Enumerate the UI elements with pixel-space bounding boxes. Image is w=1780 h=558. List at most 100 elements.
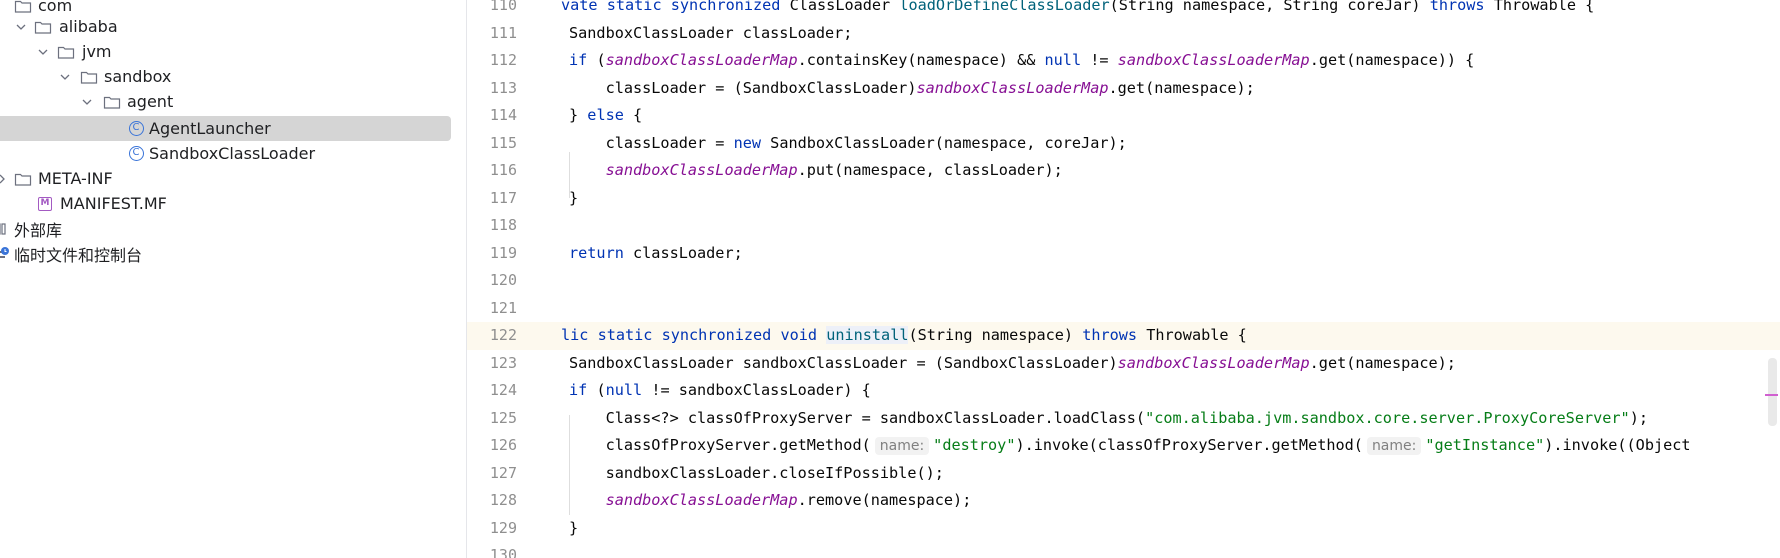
tree-item-manifest[interactable]: M MANIFEST.MF bbox=[0, 191, 451, 216]
code-text: } bbox=[569, 188, 579, 207]
folder-icon bbox=[80, 68, 98, 86]
method-uninstall-highlight: uninstall bbox=[826, 326, 909, 344]
code-line[interactable]: 119 return classLoader; bbox=[467, 240, 1780, 268]
scrollbar-marker[interactable] bbox=[1765, 394, 1778, 396]
tree-item-label: agent bbox=[127, 92, 174, 111]
code-line[interactable]: 116 sandboxClassLoaderMap.put(namespace,… bbox=[467, 157, 1780, 185]
tree-item-label: SandboxClassLoader bbox=[149, 144, 316, 163]
folder-icon bbox=[34, 18, 52, 36]
code-text: SandboxClassLoader classLoader; bbox=[569, 23, 853, 42]
chevron-down-icon[interactable] bbox=[35, 44, 51, 60]
code-text: sandboxClassLoaderMap.put(namespace, cla… bbox=[605, 161, 1063, 179]
tree-item-sandboxclassloader[interactable]: C SandboxClassLoader bbox=[0, 141, 451, 166]
tree-item-jvm[interactable]: jvm bbox=[0, 39, 451, 64]
code-line[interactable]: 118 bbox=[467, 212, 1780, 240]
line-number: 117 bbox=[489, 188, 517, 207]
line-number: 118 bbox=[489, 216, 517, 234]
code-line[interactable]: 115 classLoader = new SandboxClassLoader… bbox=[467, 130, 1780, 158]
line-number: 129 bbox=[489, 518, 517, 537]
vertical-scrollbar-thumb[interactable] bbox=[1768, 358, 1777, 426]
tree-item-label: 外部库 bbox=[14, 220, 63, 240]
code-text: classOfProxyServer.getMethod(name: "destr… bbox=[569, 436, 1691, 455]
line-number: 123 bbox=[489, 353, 517, 372]
code-line[interactable]: 123 SandboxClassLoader sandboxClassLoade… bbox=[467, 350, 1780, 378]
tree-item-label: com bbox=[38, 0, 73, 15]
tree-item-label: AgentLauncher bbox=[149, 119, 271, 138]
code-editor[interactable]: 110 vate static synchronized ClassLoader… bbox=[467, 0, 1780, 558]
tree-item-agent[interactable]: agent bbox=[0, 89, 451, 114]
code-text: vate static synchronized ClassLoader loa… bbox=[561, 0, 1595, 14]
parameter-hint: name: bbox=[1366, 437, 1422, 455]
code-line[interactable]: 112 if (sandboxClassLoaderMap.containsKe… bbox=[467, 47, 1780, 75]
tree-item-label: 临时文件和控制台 bbox=[14, 245, 143, 265]
code-line-current[interactable]: 122 lic static synchronized void uninsta… bbox=[467, 322, 1780, 350]
code-text: } bbox=[569, 518, 579, 537]
line-number: 128 bbox=[489, 491, 517, 509]
tree-item-label: MANIFEST.MF bbox=[60, 194, 167, 213]
code-line[interactable]: 125 Class<?> classOfProxyServer = sandbo… bbox=[467, 405, 1780, 433]
code-line[interactable]: 113 classLoader = (SandboxClassLoader)sa… bbox=[467, 75, 1780, 103]
code-line[interactable]: 121 bbox=[467, 295, 1780, 323]
java-class-icon: C bbox=[127, 145, 145, 163]
code-line[interactable]: 127 sandboxClassLoader.closeIfPossible()… bbox=[467, 460, 1780, 488]
code-line[interactable]: 129 } bbox=[467, 515, 1780, 543]
tree-item-agentlauncher[interactable]: C AgentLauncher bbox=[0, 116, 451, 141]
folder-icon bbox=[14, 170, 32, 188]
code-line[interactable]: 130 bbox=[467, 542, 1780, 558]
line-number: 127 bbox=[489, 463, 517, 482]
chevron-down-icon[interactable] bbox=[79, 94, 95, 110]
tree-item-scratches[interactable]: 临时文件和控制台 bbox=[0, 241, 451, 266]
line-number: 112 bbox=[489, 51, 517, 69]
code-line[interactable]: 111 SandboxClassLoader classLoader; bbox=[467, 20, 1780, 48]
line-number: 111 bbox=[489, 23, 517, 42]
code-line[interactable]: 120 bbox=[467, 267, 1780, 295]
folder-icon bbox=[14, 0, 32, 15]
manifest-file-icon: M bbox=[36, 195, 54, 213]
line-number: 124 bbox=[489, 381, 517, 399]
code-text: sandboxClassLoaderMap.remove(namespace); bbox=[605, 491, 972, 509]
line-number: 114 bbox=[489, 106, 517, 124]
code-line[interactable]: 117 } bbox=[467, 185, 1780, 213]
folder-icon bbox=[57, 43, 75, 61]
line-number: 116 bbox=[489, 161, 517, 179]
scratches-icon bbox=[0, 245, 12, 263]
tree-item-external-libraries[interactable]: 外部库 bbox=[0, 216, 451, 241]
project-tree-panel: com alibaba jvm sandbox agent C AgentLau… bbox=[0, 0, 466, 558]
code-text: if (sandboxClassLoaderMap.containsKey(na… bbox=[569, 51, 1475, 69]
code-text: lic static synchronized void uninstall(S… bbox=[561, 326, 1247, 344]
code-text: return classLoader; bbox=[569, 243, 743, 262]
tree-item-alibaba[interactable]: alibaba bbox=[0, 14, 451, 39]
tree-item-label: sandbox bbox=[104, 67, 172, 86]
code-text: Class<?> classOfProxyServer = sandboxCla… bbox=[569, 408, 1648, 427]
tree-item-sandbox[interactable]: sandbox bbox=[0, 64, 451, 89]
line-number: 120 bbox=[489, 271, 517, 289]
tree-item-meta-inf[interactable]: META-INF bbox=[0, 166, 451, 191]
code-line[interactable]: 126 classOfProxyServer.getMethod(name: "d… bbox=[467, 432, 1780, 460]
line-number: 110 bbox=[489, 0, 517, 14]
code-line[interactable]: 124 if (null != sandboxClassLoader) { bbox=[467, 377, 1780, 405]
code-text: classLoader = (SandboxClassLoader)sandbo… bbox=[569, 78, 1255, 97]
code-text: if (null != sandboxClassLoader) { bbox=[569, 381, 871, 399]
line-number: 125 bbox=[489, 408, 517, 427]
code-line[interactable]: 128 sandboxClassLoaderMap.remove(namespa… bbox=[467, 487, 1780, 515]
line-number: 126 bbox=[489, 436, 517, 454]
tree-item-label: alibaba bbox=[59, 17, 118, 36]
code-text: classLoader = new SandboxClassLoader(nam… bbox=[569, 133, 1127, 152]
code-text: } else { bbox=[569, 106, 643, 124]
code-text: sandboxClassLoader.closeIfPossible(); bbox=[569, 463, 944, 482]
parameter-hint: name: bbox=[874, 437, 930, 455]
chevron-down-icon[interactable] bbox=[57, 69, 73, 85]
line-number: 121 bbox=[489, 298, 517, 317]
code-text: SandboxClassLoader sandboxClassLoader = … bbox=[569, 353, 1456, 372]
code-line[interactable]: 110 vate static synchronized ClassLoader… bbox=[467, 0, 1780, 20]
line-number: 113 bbox=[489, 78, 517, 97]
tree-item-label: jvm bbox=[82, 42, 112, 61]
java-class-icon: C bbox=[127, 120, 145, 138]
line-number: 115 bbox=[489, 133, 517, 152]
folder-icon bbox=[103, 93, 121, 111]
chevron-down-icon[interactable] bbox=[13, 19, 29, 35]
library-icon bbox=[0, 220, 12, 238]
chevron-right-icon[interactable] bbox=[0, 171, 10, 187]
line-number: 130 bbox=[489, 546, 517, 558]
code-line[interactable]: 114 } else { bbox=[467, 102, 1780, 130]
